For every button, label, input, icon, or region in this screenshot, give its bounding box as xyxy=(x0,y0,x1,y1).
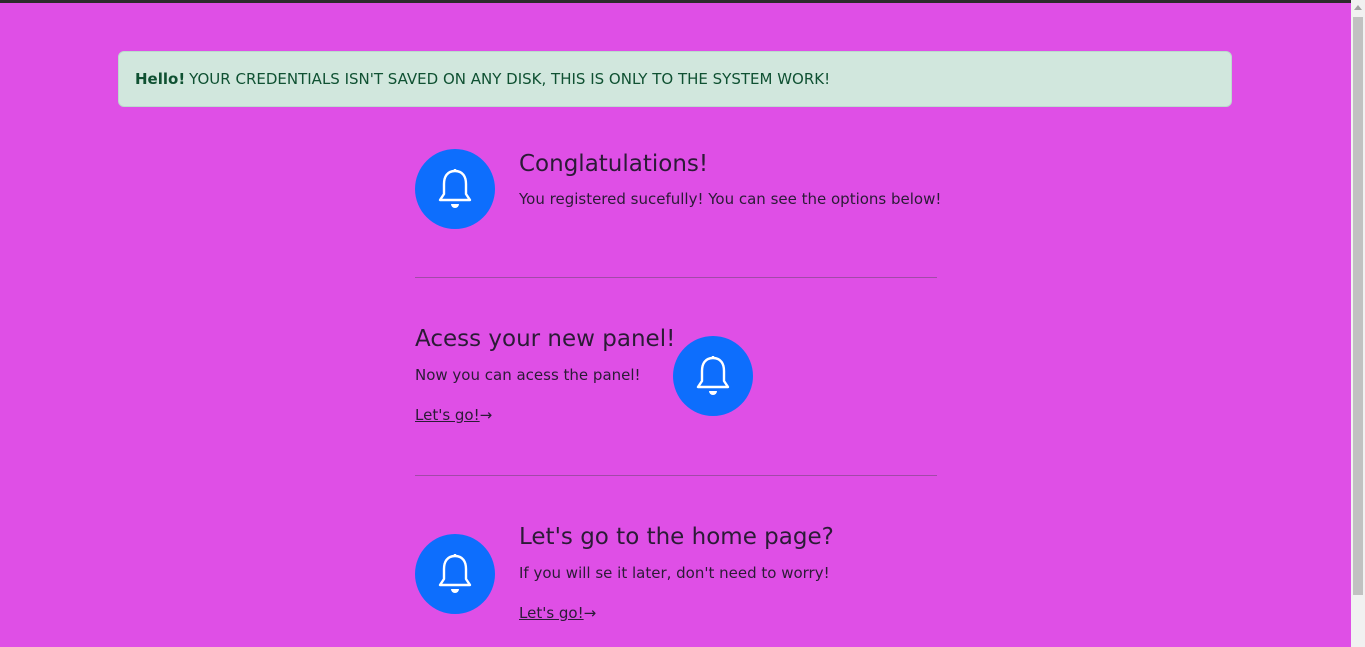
scrollbar-thumb[interactable] xyxy=(1353,17,1363,595)
feature-title: Conglatulations! xyxy=(519,151,709,177)
bell-icon xyxy=(415,149,495,229)
info-alert: Hello! YOUR CREDENTIALS ISN'T SAVED ON A… xyxy=(118,51,1232,107)
arrow-right-icon: → xyxy=(583,604,597,622)
bell-icon xyxy=(673,336,753,416)
feature-title: Acess your new panel! xyxy=(415,326,676,352)
window-top-border xyxy=(0,0,1351,3)
feature-text: You registered sucefully! You can see th… xyxy=(519,190,942,208)
link-label: Let's go! xyxy=(415,406,480,424)
feature-text: If you will se it later, don't need to w… xyxy=(519,564,830,582)
alert-message: YOUR CREDENTIALS ISN'T SAVED ON ANY DISK… xyxy=(189,70,831,88)
alert-strong: Hello! xyxy=(135,70,186,88)
arrow-right-icon: → xyxy=(479,406,493,424)
scroll-up-icon[interactable] xyxy=(1354,5,1362,10)
vertical-scrollbar[interactable] xyxy=(1351,0,1365,647)
access-panel-link[interactable]: Let's go!→ xyxy=(415,406,492,424)
feature-text: Now you can acess the panel! xyxy=(415,366,641,384)
link-label: Let's go! xyxy=(519,604,584,622)
home-page-link[interactable]: Let's go!→ xyxy=(519,604,596,622)
section-divider xyxy=(415,277,937,278)
feature-title: Let's go to the home page? xyxy=(519,524,834,550)
bell-icon xyxy=(415,534,495,614)
section-divider xyxy=(415,475,937,476)
